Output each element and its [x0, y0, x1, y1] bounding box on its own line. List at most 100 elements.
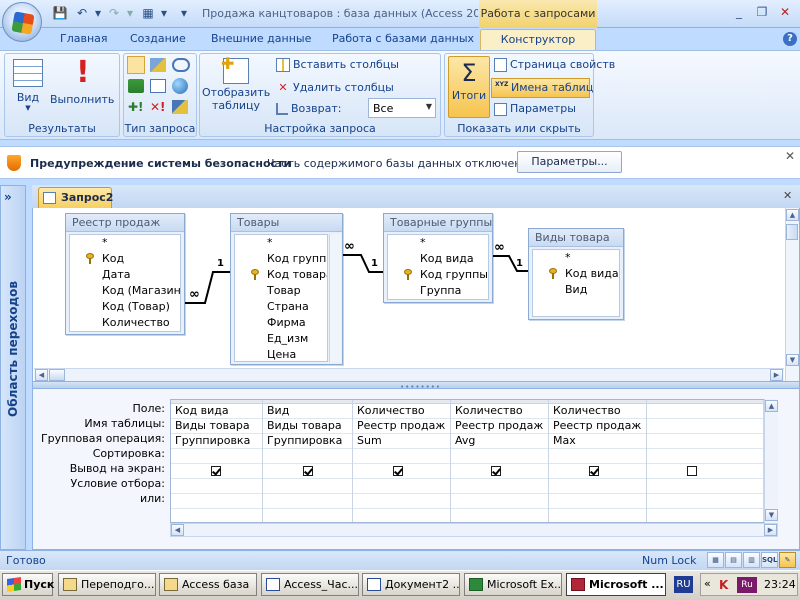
grid-cell-field[interactable]: Количество — [549, 404, 646, 419]
grid-cell-criteria[interactable] — [353, 479, 450, 494]
datasheet-view-icon[interactable]: ▦ — [707, 552, 724, 568]
clock: 23:24 — [764, 578, 796, 591]
grid-cell-show[interactable] — [451, 464, 548, 479]
keyboard-switcher-icon[interactable]: Ru — [737, 577, 757, 593]
grid-cell-show[interactable] — [171, 464, 262, 479]
relationship-many-label: ∞ — [494, 240, 505, 255]
grid-cell-field[interactable] — [647, 404, 763, 419]
grid-cell-criteria[interactable] — [549, 479, 646, 494]
taskbar-item[interactable]: Документ2 ... — [362, 573, 460, 596]
grid-cell-total[interactable]: Группировка — [263, 434, 352, 449]
grid-cell-table[interactable]: Виды товара — [263, 419, 352, 434]
scroll-down-icon[interactable]: ▼ — [786, 354, 799, 366]
grid-cell-or[interactable] — [647, 494, 763, 509]
grid-cell-total[interactable]: Sum — [353, 434, 450, 449]
grid-cell-show[interactable] — [353, 464, 450, 479]
relationship-one-label: 1 — [371, 258, 378, 269]
grid-column[interactable]: Вид Виды товара Группировка — [263, 400, 353, 522]
pivot-chart-view-icon[interactable]: ▥ — [743, 552, 760, 568]
grid-column[interactable]: Количество Реестр продаж Avg — [451, 400, 549, 522]
show-checkbox[interactable] — [393, 466, 403, 476]
row-label-show: Вывод на экран: — [69, 462, 165, 475]
scroll-down-icon[interactable]: ▼ — [765, 509, 778, 521]
grid-cell-field[interactable]: Вид — [263, 404, 352, 419]
excel-icon — [469, 578, 483, 591]
grid-cell-show[interactable] — [263, 464, 352, 479]
taskbar-item-active[interactable]: Microsoft ... — [566, 573, 666, 596]
status-text: Готово — [6, 554, 46, 567]
design-view-icon[interactable]: ✎ — [779, 552, 796, 568]
scroll-thumb[interactable] — [49, 369, 65, 381]
word-document-icon — [367, 578, 381, 591]
start-button[interactable]: Пуск — [2, 573, 54, 596]
grid-cell-field[interactable]: Код вида — [171, 404, 262, 419]
folder-icon — [164, 578, 178, 591]
grid-cell-field[interactable]: Количество — [451, 404, 548, 419]
grid-column[interactable]: Количество Реестр продаж Sum — [353, 400, 451, 522]
scroll-thumb[interactable] — [786, 224, 798, 240]
grid-horizontal-scrollbar[interactable] — [170, 523, 778, 537]
office-logo-icon — [11, 11, 35, 35]
grid-cell-or[interactable] — [451, 494, 548, 509]
grid-cell-or[interactable] — [549, 494, 646, 509]
tray-expand-icon[interactable]: « — [704, 577, 711, 590]
grid-column[interactable] — [647, 400, 764, 522]
row-label-criteria: Условие отбора: — [70, 477, 166, 490]
grid-cell-criteria[interactable] — [263, 479, 352, 494]
row-label-total: Групповая операция: — [40, 432, 165, 445]
grid-column[interactable]: Количество Реестр продаж Max — [549, 400, 647, 522]
pivot-table-view-icon[interactable]: ▤ — [725, 552, 742, 568]
grid-vertical-scrollbar[interactable] — [764, 399, 778, 523]
scroll-left-icon[interactable]: ◀ — [171, 524, 184, 536]
office-button[interactable] — [2, 2, 42, 42]
grid-cell-show[interactable] — [549, 464, 646, 479]
grid-cell-criteria[interactable] — [171, 479, 262, 494]
sql-view-button[interactable]: SQL — [761, 552, 778, 568]
scroll-left-icon[interactable]: ◀ — [35, 369, 48, 381]
show-checkbox[interactable] — [589, 466, 599, 476]
scroll-right-icon[interactable]: ▶ — [764, 524, 777, 536]
taskbar-item[interactable]: Переподго... — [58, 573, 156, 596]
grid-cell-sort[interactable] — [171, 449, 262, 464]
grid-cell-total[interactable] — [647, 434, 763, 449]
grid-cell-total[interactable]: Avg — [451, 434, 548, 449]
show-checkbox[interactable] — [687, 466, 697, 476]
taskbar-item[interactable]: Microsoft Ex... — [464, 573, 562, 596]
windows-flag-icon — [7, 577, 21, 592]
show-checkbox[interactable] — [303, 466, 313, 476]
grid-cell-or[interactable] — [263, 494, 352, 509]
show-checkbox[interactable] — [491, 466, 501, 476]
grid-cell-sort[interactable] — [549, 449, 646, 464]
relationship-one-label: 1 — [217, 258, 224, 269]
show-checkbox[interactable] — [211, 466, 221, 476]
grid-cell-total[interactable]: Max — [549, 434, 646, 449]
row-label-field: Поле: — [132, 402, 165, 415]
grid-cell-table[interactable]: Виды товара — [171, 419, 262, 434]
antivirus-icon[interactable]: K — [719, 578, 733, 592]
upper-horizontal-scrollbar[interactable] — [34, 368, 784, 381]
grid-column[interactable]: Код вида Виды товара Группировка — [171, 400, 263, 522]
language-indicator[interactable]: RU — [674, 576, 693, 593]
grid-cell-or[interactable] — [353, 494, 450, 509]
grid-cell-criteria[interactable] — [451, 479, 548, 494]
grid-cell-table[interactable]: Реестр продаж — [549, 419, 646, 434]
grid-cell-show[interactable] — [647, 464, 763, 479]
grid-cell-sort[interactable] — [353, 449, 450, 464]
scroll-right-icon[interactable]: ▶ — [770, 369, 783, 381]
grid-cell-table[interactable]: Реестр продаж — [451, 419, 548, 434]
grid-cell-table[interactable]: Реестр продаж — [353, 419, 450, 434]
scroll-up-icon[interactable]: ▲ — [765, 400, 778, 412]
access-icon — [571, 578, 585, 591]
grid-cell-sort[interactable] — [451, 449, 548, 464]
grid-cell-or[interactable] — [171, 494, 262, 509]
grid-cell-field[interactable]: Количество — [353, 404, 450, 419]
taskbar-item[interactable]: Access база — [159, 573, 257, 596]
grid-cell-criteria[interactable] — [647, 479, 763, 494]
grid-cell-sort[interactable] — [647, 449, 763, 464]
grid-cell-sort[interactable] — [263, 449, 352, 464]
taskbar-item[interactable]: Access_Час... — [261, 573, 359, 596]
relationship-many-label: ∞ — [189, 287, 200, 302]
grid-cell-total[interactable]: Группировка — [171, 434, 262, 449]
scroll-up-icon[interactable]: ▲ — [786, 209, 799, 221]
grid-cell-table[interactable] — [647, 419, 763, 434]
